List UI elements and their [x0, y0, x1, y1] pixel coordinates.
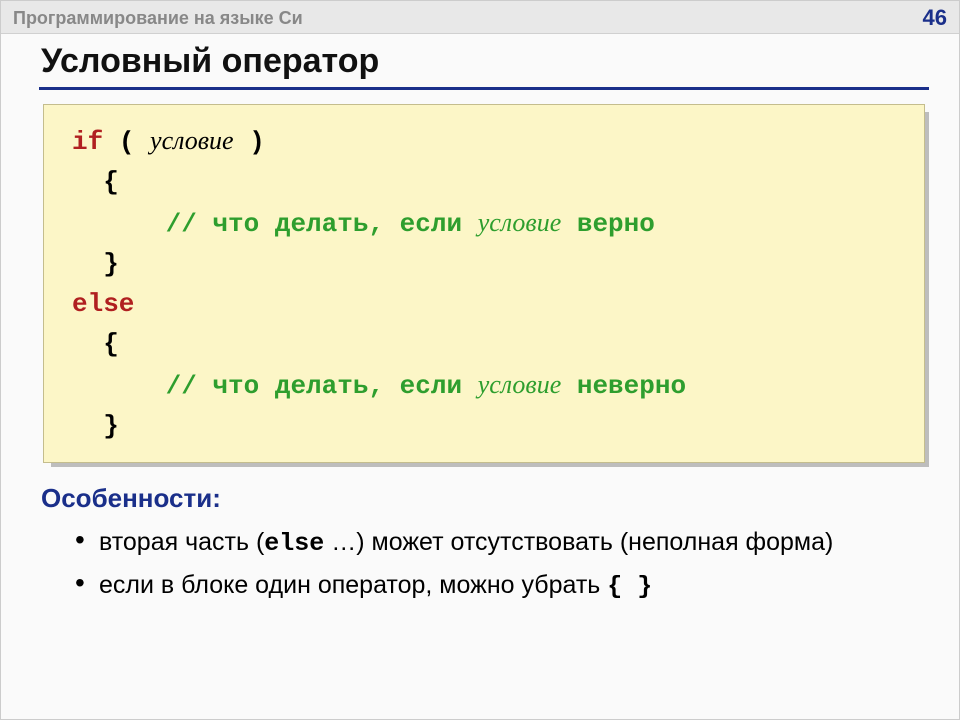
bullet-2: если в блоке один оператор, можно убрать…	[75, 569, 929, 604]
keyword-else: else	[72, 289, 134, 319]
braces-literal: { }	[607, 572, 652, 601]
condition-placeholder: условие	[150, 126, 234, 155]
code-line-brace-open-2: {	[72, 324, 900, 364]
slide-title: Условный оператор	[39, 34, 929, 87]
slide-content: Условный оператор if ( условие ) { // чт…	[1, 34, 959, 632]
code-line-comment-true: // что делать, если условие верно	[72, 203, 900, 244]
code-example: if ( условие ) { // что делать, если усл…	[43, 104, 925, 463]
bullet-1: вторая часть (else …) может отсутствоват…	[75, 526, 929, 561]
keyword-if: if	[72, 127, 103, 157]
code-box: if ( условие ) { // что делать, если усл…	[43, 104, 925, 463]
else-literal: else	[264, 529, 324, 558]
title-underline	[39, 87, 929, 90]
code-line-brace-close: }	[72, 244, 900, 284]
code-line-brace-close-2: }	[72, 406, 900, 446]
page-number: 46	[923, 5, 947, 31]
code-line-if: if ( условие )	[72, 121, 900, 162]
code-line-else: else	[72, 284, 900, 324]
code-line-comment-false: // что делать, если условие неверно	[72, 365, 900, 406]
features-heading: Особенности:	[41, 483, 929, 514]
slide-header: Программирование на языке Си 46	[1, 1, 959, 34]
features-list: вторая часть (else …) может отсутствоват…	[39, 526, 929, 604]
course-title: Программирование на языке Си	[13, 8, 303, 29]
code-line-brace-open: {	[72, 162, 900, 202]
